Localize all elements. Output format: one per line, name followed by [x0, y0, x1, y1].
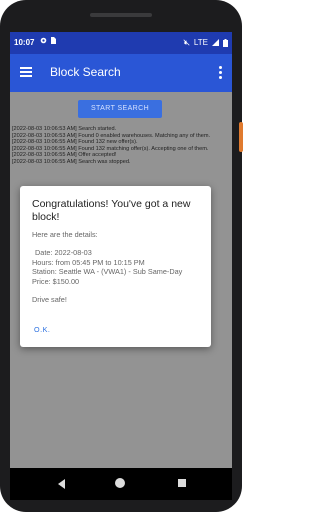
battery-icon — [223, 38, 228, 47]
log-entry: [2022-08-03 10:06:55 AM] Search was stop… — [12, 158, 131, 165]
navigation-bar — [10, 468, 232, 500]
sim-icon — [51, 37, 56, 44]
start-search-button[interactable]: START SEARCH — [78, 100, 162, 118]
overflow-menu-icon[interactable] — [219, 66, 222, 81]
home-icon[interactable] — [115, 478, 125, 488]
log-entry: [2022-08-03 10:06:55 AM] Found 132 new o… — [12, 139, 138, 146]
phone-frame: 10:07 LTE Block Search START SEARCH [202… — [0, 0, 243, 512]
status-notification-icons — [40, 37, 56, 44]
log-entry: [2022-08-03 10:06:55 AM] Found 132 match… — [12, 145, 209, 152]
hamburger-menu-icon[interactable] — [20, 67, 32, 77]
dialog-body: Here are the details: Date: 2022-08-03 H… — [32, 230, 204, 304]
back-icon[interactable] — [58, 479, 65, 489]
log-entry: [2022-08-03 10:06:53 AM] Found 0 enabled… — [12, 132, 211, 139]
block-price: Price: $150.00 — [32, 276, 80, 286]
signal-icon — [212, 39, 219, 46]
log-entry: [2022-08-03 10:06:53 AM] Search started. — [12, 126, 117, 132]
status-time: 10:07 — [14, 38, 35, 47]
new-block-dialog: Congratulations! You've got a new block!… — [20, 186, 211, 347]
settings-icon — [40, 37, 47, 44]
search-log: [2022-08-03 10:06:53 AM] Search started.… — [12, 126, 230, 166]
block-station: Station: Seattle WA - (VWA1) - Sub Same-… — [32, 267, 183, 277]
page-title: Block Search — [50, 65, 121, 79]
recent-apps-icon[interactable] — [178, 479, 186, 487]
dialog-sign-off: Drive safe! — [32, 295, 67, 305]
mute-icon — [183, 39, 190, 46]
dialog-title: Congratulations! You've got a new block! — [32, 198, 191, 223]
dialog-intro: Here are the details: — [32, 230, 98, 239]
block-date: Date: 2022-08-03 — [35, 248, 92, 258]
power-button — [239, 122, 243, 152]
status-bar: 10:07 LTE — [10, 32, 232, 54]
speaker-grille — [90, 13, 152, 17]
network-type: LTE — [193, 38, 208, 47]
ok-button[interactable]: O.K. — [34, 325, 50, 334]
status-indicators: LTE — [183, 38, 228, 47]
block-hours: Hours: from 05:45 PM to 10:15 PM — [32, 257, 145, 267]
log-entry: [2022-08-03 10:06:55 AM] Offer accepted! — [12, 152, 117, 159]
app-bar: Block Search — [10, 54, 232, 92]
